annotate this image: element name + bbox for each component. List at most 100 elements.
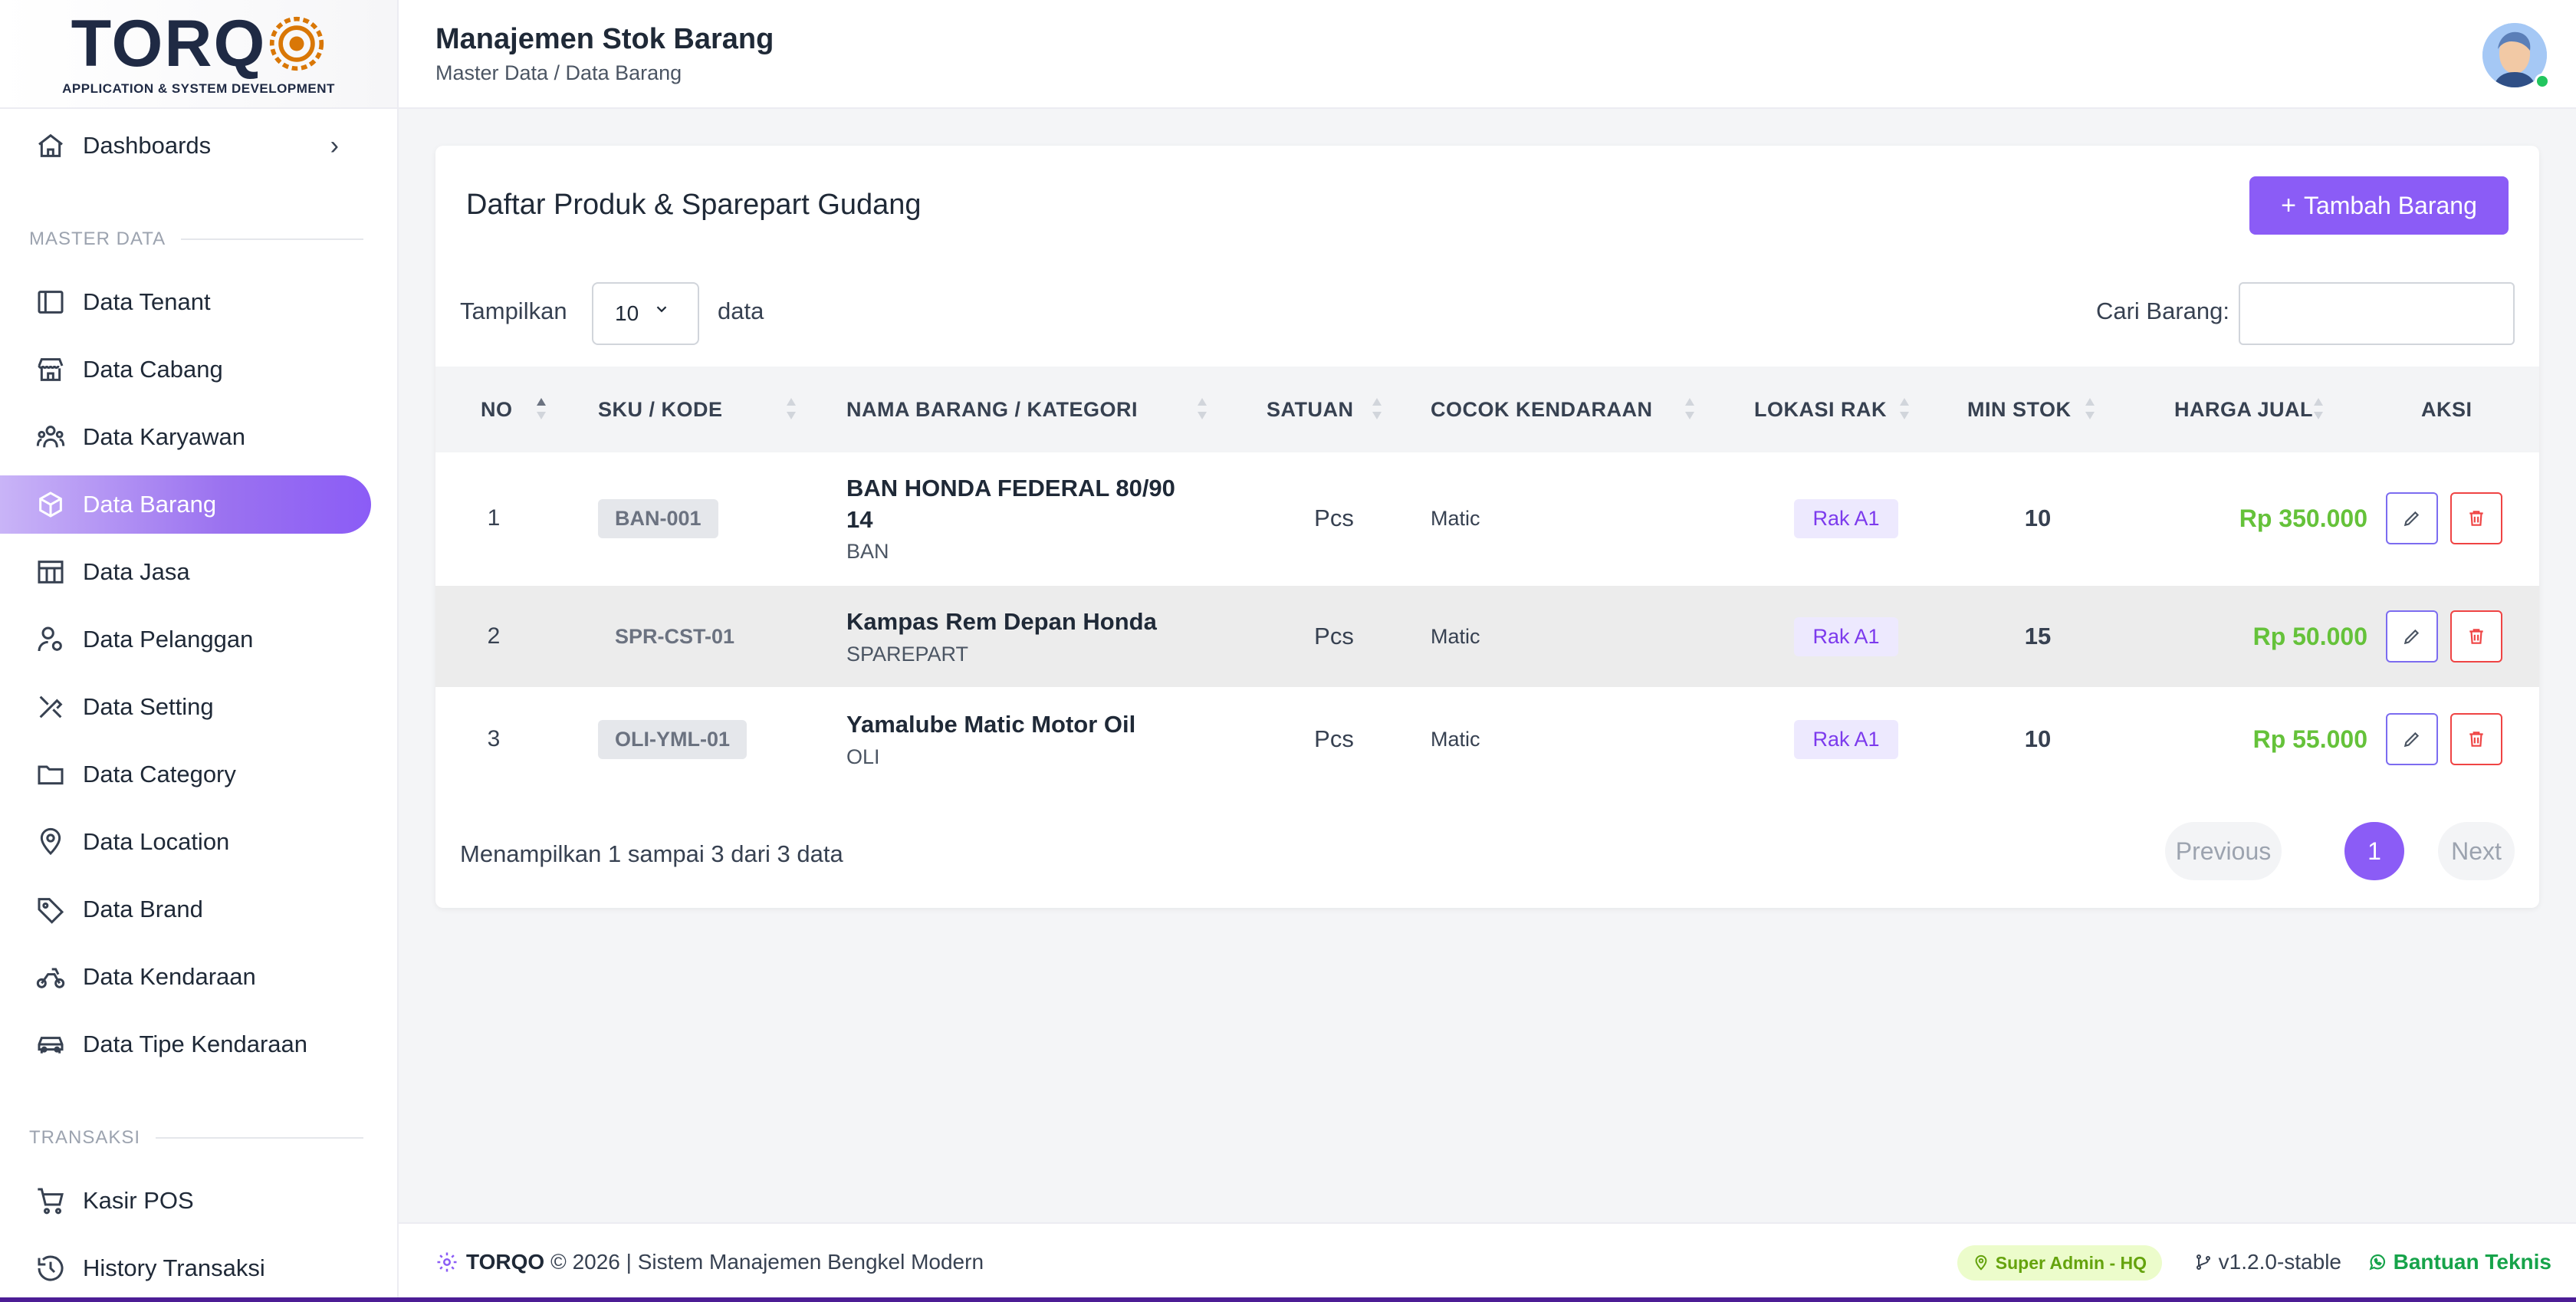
sidebar-item-jasa[interactable]: Data Jasa bbox=[0, 543, 371, 601]
col-harga[interactable]: HARGA JUAL bbox=[2174, 367, 2313, 452]
sidebar-item-category[interactable]: Data Category bbox=[0, 745, 371, 804]
sort-icon bbox=[1372, 398, 1382, 419]
sidebar-item-label: Data Tenant bbox=[83, 288, 211, 315]
sidebar-item-kasir-pos[interactable]: Kasir POS bbox=[0, 1172, 371, 1230]
add-item-label: Tambah Barang bbox=[2303, 191, 2477, 219]
motorcycle-icon bbox=[35, 962, 66, 992]
home-icon bbox=[35, 130, 66, 161]
map-pin-icon bbox=[1975, 1254, 1987, 1271]
trash-icon bbox=[2469, 629, 2483, 644]
min-stok-value: 10 bbox=[2024, 505, 2052, 531]
col-no[interactable]: NO bbox=[481, 367, 513, 452]
sidebar-item-cabang[interactable]: Data Cabang bbox=[0, 340, 371, 399]
sidebar-item-brand[interactable]: Data Brand bbox=[0, 880, 371, 939]
add-item-button[interactable]: + Tambah Barang bbox=[2249, 176, 2509, 235]
footer-brand: TORQO bbox=[466, 1250, 545, 1274]
chevron-right-icon: › bbox=[330, 130, 339, 160]
col-harga-label: HARGA JUAL bbox=[2174, 397, 2314, 421]
item-category: OLI bbox=[846, 745, 880, 768]
breadcrumb[interactable]: Master Data / Data Barang bbox=[435, 61, 682, 85]
role-badge: Super Admin - HQ bbox=[1957, 1245, 2162, 1281]
row-name-cell: Yamalube Matic Motor Oil OLI bbox=[846, 689, 1199, 790]
table-row: 3 OLI-YML-01 Yamalube Matic Motor Oil OL… bbox=[435, 689, 2539, 790]
col-cocok[interactable]: COCOK KENDARAAN bbox=[1431, 367, 1653, 452]
trash-icon bbox=[2469, 511, 2483, 526]
cart-icon bbox=[35, 1185, 66, 1216]
price-value: Rp 350.000 bbox=[2239, 504, 2367, 532]
sidebar-item-tipe-kendaraan[interactable]: Data Tipe Kendaraan bbox=[0, 1015, 371, 1073]
logo-text: TORQ bbox=[71, 7, 267, 81]
sidebar-item-label: Data Cabang bbox=[83, 356, 223, 383]
rak-badge: Rak A1 bbox=[1794, 719, 1898, 759]
sidebar-item-dashboards[interactable]: Dashboards › bbox=[0, 117, 371, 175]
top-header: Manajemen Stok Barang Master Data / Data… bbox=[399, 0, 2576, 109]
col-nama[interactable]: NAMA BARANG / KATEGORI bbox=[846, 367, 1138, 452]
section-label-master: MASTER DATA bbox=[29, 229, 363, 250]
previous-button[interactable]: Previous bbox=[2165, 822, 2282, 880]
online-status-dot bbox=[2535, 74, 2550, 89]
col-aksi: AKSI bbox=[2421, 367, 2472, 452]
edit-button[interactable] bbox=[2386, 610, 2438, 663]
sidebar-item-barang[interactable]: Data Barang bbox=[0, 475, 371, 534]
page-1-button[interactable]: 1 bbox=[2344, 822, 2404, 880]
item-category: BAN bbox=[846, 539, 889, 563]
footer: TORQO © 2026 | Sistem Manajemen Bengkel … bbox=[399, 1222, 2576, 1302]
col-sku-label: SKU / KODE bbox=[598, 397, 723, 421]
col-lokasi[interactable]: LOKASI RAK bbox=[1754, 367, 1887, 452]
footer-text: © 2026 | Sistem Manajemen Bengkel Modern bbox=[550, 1250, 984, 1274]
edit-button[interactable] bbox=[2386, 713, 2438, 765]
sidebar-item-tenant[interactable]: Data Tenant bbox=[0, 273, 371, 331]
search-input[interactable] bbox=[2239, 282, 2515, 345]
row-rak-cell: Rak A1 bbox=[1769, 689, 1923, 790]
role-badge-label: Super Admin - HQ bbox=[1995, 1252, 2147, 1273]
page-length-select[interactable]: 10 bbox=[592, 282, 699, 345]
help-link[interactable]: Bantuan Teknis bbox=[2367, 1250, 2551, 1274]
trash-icon bbox=[2469, 732, 2483, 747]
sort-asc-icon bbox=[537, 398, 546, 419]
sidebar-item-kendaraan[interactable]: Data Kendaraan bbox=[0, 948, 371, 1006]
row-stok-cell: 10 bbox=[1999, 452, 2076, 584]
col-cocok-label: COCOK KENDARAAN bbox=[1431, 397, 1653, 421]
sidebar-item-history[interactable]: History Transaksi bbox=[0, 1239, 371, 1297]
rak-badge: Rak A1 bbox=[1794, 498, 1898, 538]
price-value: Rp 50.000 bbox=[2252, 622, 2367, 650]
footer-copyright: TORQO © 2026 | Sistem Manajemen Bengkel … bbox=[435, 1250, 984, 1274]
col-satuan-label: SATUAN bbox=[1267, 397, 1354, 421]
table-header: NO SKU / KODE NAMA BARANG / KATEGORI SAT… bbox=[435, 367, 2539, 452]
section-label-transaksi: TRANSAKSI bbox=[29, 1127, 363, 1149]
row-harga-cell: Rp 55.000 bbox=[2122, 689, 2367, 790]
col-min-stok-label: MIN STOK bbox=[1967, 397, 2072, 421]
version-label: v1.2.0-stable bbox=[2218, 1250, 2341, 1274]
col-min-stok[interactable]: MIN STOK bbox=[1967, 367, 2072, 452]
sort-icon bbox=[2085, 398, 2095, 419]
car-icon bbox=[35, 1029, 66, 1060]
col-sku[interactable]: SKU / KODE bbox=[598, 367, 723, 452]
sidebar-item-label: Dashboards bbox=[83, 132, 212, 159]
delete-button[interactable] bbox=[2450, 713, 2502, 765]
logo-subtitle: APPLICATION & SYSTEM DEVELOPMENT bbox=[62, 81, 335, 96]
delete-button[interactable] bbox=[2450, 610, 2502, 663]
pencil-icon bbox=[2404, 629, 2420, 645]
col-nama-label: NAMA BARANG / KATEGORI bbox=[846, 397, 1138, 421]
bottom-accent-bar bbox=[0, 1297, 2576, 1302]
sort-icon bbox=[1198, 398, 1207, 419]
git-branch-icon bbox=[2196, 1254, 2210, 1270]
sidebar-item-setting[interactable]: Data Setting bbox=[0, 678, 371, 736]
row-cocok: Matic bbox=[1431, 727, 1480, 751]
table-row: 1 BAN-001 BAN HONDA FEDERAL 80/90 14 BAN… bbox=[435, 452, 2539, 584]
row-no: 3 bbox=[487, 726, 501, 751]
table-row: 2 SPR-CST-01 Kampas Rem Depan Honda SPAR… bbox=[435, 586, 2539, 687]
row-name-cell: Kampas Rem Depan Honda SPAREPART bbox=[846, 586, 1199, 687]
sidebar-item-karyawan[interactable]: Data Karyawan bbox=[0, 408, 371, 466]
chevron-down-icon bbox=[656, 306, 667, 313]
map-pin-icon bbox=[35, 827, 66, 857]
logo[interactable]: TORQ APPLICATION & SYSTEM DEVELOPMENT bbox=[0, 0, 397, 109]
delete-button[interactable] bbox=[2450, 492, 2502, 544]
sidebar-item-location[interactable]: Data Location bbox=[0, 813, 371, 871]
sort-icon bbox=[1900, 398, 1909, 419]
edit-button[interactable] bbox=[2386, 492, 2438, 544]
col-satuan[interactable]: SATUAN bbox=[1267, 367, 1354, 452]
sidebar-item-pelanggan[interactable]: Data Pelanggan bbox=[0, 610, 371, 669]
row-sku-cell: SPR-CST-01 bbox=[598, 586, 751, 687]
next-button[interactable]: Next bbox=[2438, 822, 2515, 880]
